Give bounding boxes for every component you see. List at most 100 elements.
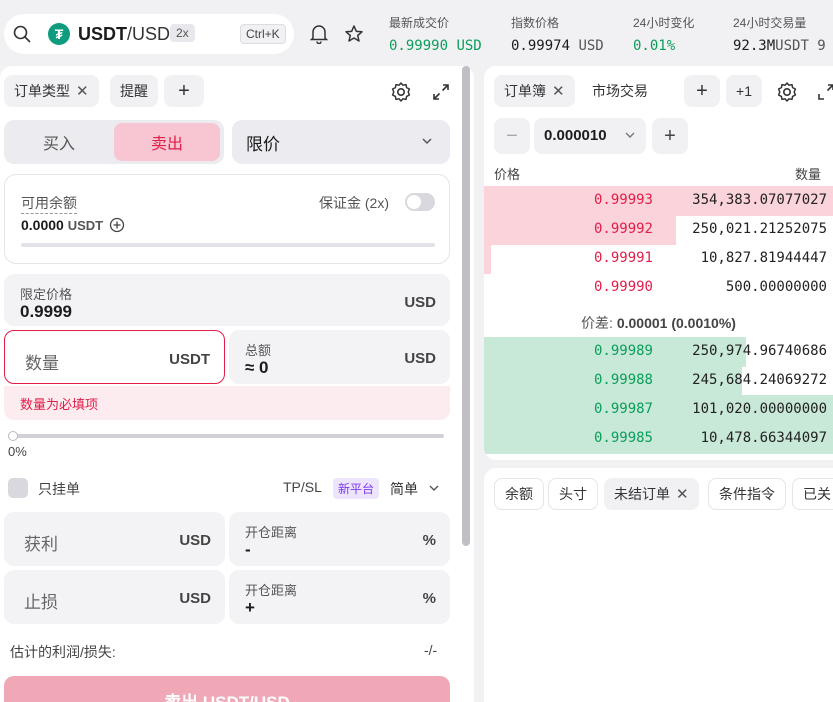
- leverage-badge: 2x: [170, 24, 195, 42]
- row-price: 0.99992: [593, 221, 653, 237]
- take-profit-distance-input[interactable]: 开仓距离 - %: [229, 512, 450, 566]
- expand-icon[interactable]: [429, 80, 453, 104]
- sl-distance-label: 开仓距离: [245, 583, 298, 598]
- pair-search[interactable]: ₮ USDT/USD 2x Ctrl+K: [4, 14, 294, 54]
- stat-24h-volume: 24小时交易量 92.3MUSDT 9: [733, 16, 826, 54]
- add-tab-button[interactable]: +: [164, 75, 204, 107]
- tab-orderbook[interactable]: 订单簿 ✕: [494, 75, 575, 107]
- spread-row: 价差: 0.00001 (0.0010%): [581, 315, 736, 331]
- tab-positions[interactable]: 头寸: [548, 478, 598, 510]
- add-one-button[interactable]: +1: [726, 75, 762, 107]
- order-form-panel: 订单类型 ✕ 提醒 + 买入 卖出 限价 可用余额 0.0000 USDT 保证金…: [0, 66, 474, 702]
- ask-row[interactable]: 0.99990 500.00000000: [484, 273, 833, 303]
- total-field[interactable]: 总额 ≈ 0 USD: [229, 330, 450, 384]
- orderbook-panel: 订单簿 ✕ 市场交易 + +1 − 0.000010 + 价格 数量 0.9999…: [484, 66, 833, 460]
- take-profit-unit: USD: [179, 532, 211, 549]
- tab-conditional-orders[interactable]: 条件指令: [708, 478, 786, 510]
- chevron-down-icon: [422, 138, 432, 145]
- tab-balances[interactable]: 余额: [494, 478, 544, 510]
- settings-gear-icon[interactable]: [389, 80, 413, 104]
- price-step-select[interactable]: 0.000010: [534, 118, 646, 154]
- tab-closed[interactable]: 已关: [792, 478, 833, 510]
- order-type-value: 限价: [246, 134, 280, 154]
- tpsl-label: TP/SL: [283, 479, 322, 495]
- row-price: 0.99993: [593, 192, 653, 208]
- close-icon[interactable]: ✕: [76, 82, 89, 100]
- row-qty: 10,478.66344097: [700, 430, 827, 446]
- step-increase-button[interactable]: +: [652, 118, 688, 154]
- buy-tab[interactable]: 买入: [4, 120, 114, 164]
- tab-label: 已关: [803, 486, 831, 502]
- settings-gear-icon[interactable]: [775, 80, 799, 104]
- order-type-select[interactable]: 限价: [232, 120, 450, 164]
- balance-label[interactable]: 可用余额: [21, 193, 77, 214]
- chevron-down-icon[interactable]: [428, 482, 440, 494]
- stat-index-price: 指数价格 0.99974 USD: [511, 16, 604, 54]
- bid-row[interactable]: 0.99988 245,684.24069272: [484, 366, 833, 396]
- balance-amount: 0.0000 USDT: [21, 217, 125, 233]
- col-price-header: 价格: [494, 167, 521, 182]
- bid-row[interactable]: 0.99989 250,974.96740686: [484, 337, 833, 367]
- tab-order-type[interactable]: 订单类型 ✕: [4, 75, 99, 107]
- limit-price-unit: USD: [404, 294, 436, 311]
- stop-loss-unit: USD: [179, 590, 211, 607]
- ask-row[interactable]: 0.99992 250,021.21252075: [484, 215, 833, 245]
- tab-label: 余额: [505, 486, 533, 502]
- row-price: 0.99988: [593, 372, 653, 388]
- take-profit-input[interactable]: 获利 USD: [4, 512, 225, 566]
- stop-loss-distance-input[interactable]: 开仓距离 + %: [229, 570, 450, 624]
- close-icon[interactable]: ✕: [676, 485, 689, 503]
- row-qty: 354,383.07077027: [692, 192, 827, 208]
- limit-price-field[interactable]: 限定价格 0.9999 USD: [4, 274, 450, 326]
- expand-icon[interactable]: [814, 80, 833, 104]
- row-qty: 250,974.96740686: [692, 343, 827, 359]
- row-qty: 245,684.24069272: [692, 372, 827, 388]
- row-qty: 101,020.00000000: [692, 401, 827, 417]
- star-icon[interactable]: [342, 22, 366, 46]
- side-toggle: 买入 卖出: [4, 120, 224, 164]
- amount-slider[interactable]: [8, 434, 444, 438]
- chevron-down-icon: [625, 132, 635, 138]
- stop-loss-input[interactable]: 止损 USD: [4, 570, 225, 624]
- row-price: 0.99989: [593, 343, 653, 359]
- tab-label: 市场交易: [592, 83, 648, 99]
- orders-panel: 余额 头寸 未结订单 ✕ 条件指令 已关: [484, 468, 833, 702]
- close-icon[interactable]: ✕: [552, 82, 565, 100]
- tp-distance-sign: -: [245, 540, 251, 559]
- step-decrease-button[interactable]: −: [494, 118, 530, 154]
- tab-label: 订单簿: [504, 83, 546, 99]
- ask-row[interactable]: 0.99991 10,827.81944447: [484, 244, 833, 274]
- bid-row[interactable]: 0.99985 10,478.66344097: [484, 424, 833, 454]
- quantity-unit: USDT: [169, 351, 210, 368]
- bid-row[interactable]: 0.99987 101,020.00000000: [484, 395, 833, 425]
- tab-alerts[interactable]: 提醒: [110, 75, 158, 107]
- total-unit: USD: [404, 350, 436, 367]
- bell-icon[interactable]: [307, 22, 331, 46]
- row-price: 0.99990: [593, 279, 653, 295]
- tpsl-mode-select[interactable]: 简单: [390, 479, 418, 499]
- submit-sell-button[interactable]: 卖出 USDT/USD: [4, 676, 450, 702]
- order-form-scrollbar[interactable]: [462, 66, 470, 546]
- sl-distance-sign: +: [245, 598, 255, 617]
- limit-price-value: 0.9999: [20, 302, 72, 321]
- slider-handle[interactable]: [8, 431, 18, 441]
- sl-distance-unit: %: [422, 590, 436, 607]
- add-tab-button[interactable]: +: [684, 75, 720, 107]
- pair-name: USDT/USD: [78, 24, 171, 44]
- row-price: 0.99987: [593, 401, 653, 417]
- estimated-pnl-label: 估计的利润/损失:: [10, 644, 116, 660]
- search-icon: [13, 25, 31, 43]
- shortcut-hint: Ctrl+K: [240, 24, 286, 44]
- ask-row[interactable]: 0.99993 354,383.07077027: [484, 186, 833, 216]
- stat-24h-change: 24小时变化 0.01%: [633, 16, 695, 54]
- sell-tab[interactable]: 卖出: [114, 123, 220, 161]
- quantity-input[interactable]: 数量 USDT: [4, 330, 225, 384]
- post-only-checkbox[interactable]: [8, 478, 28, 498]
- limit-price-label: 限定价格: [20, 287, 73, 302]
- add-circle-icon[interactable]: [109, 217, 125, 233]
- price-step-value: 0.000010: [544, 127, 607, 144]
- row-qty: 500.00000000: [725, 279, 827, 295]
- margin-toggle[interactable]: [405, 193, 435, 211]
- tab-market-trades[interactable]: 市场交易: [582, 75, 658, 107]
- tab-open-orders[interactable]: 未结订单 ✕: [604, 478, 699, 510]
